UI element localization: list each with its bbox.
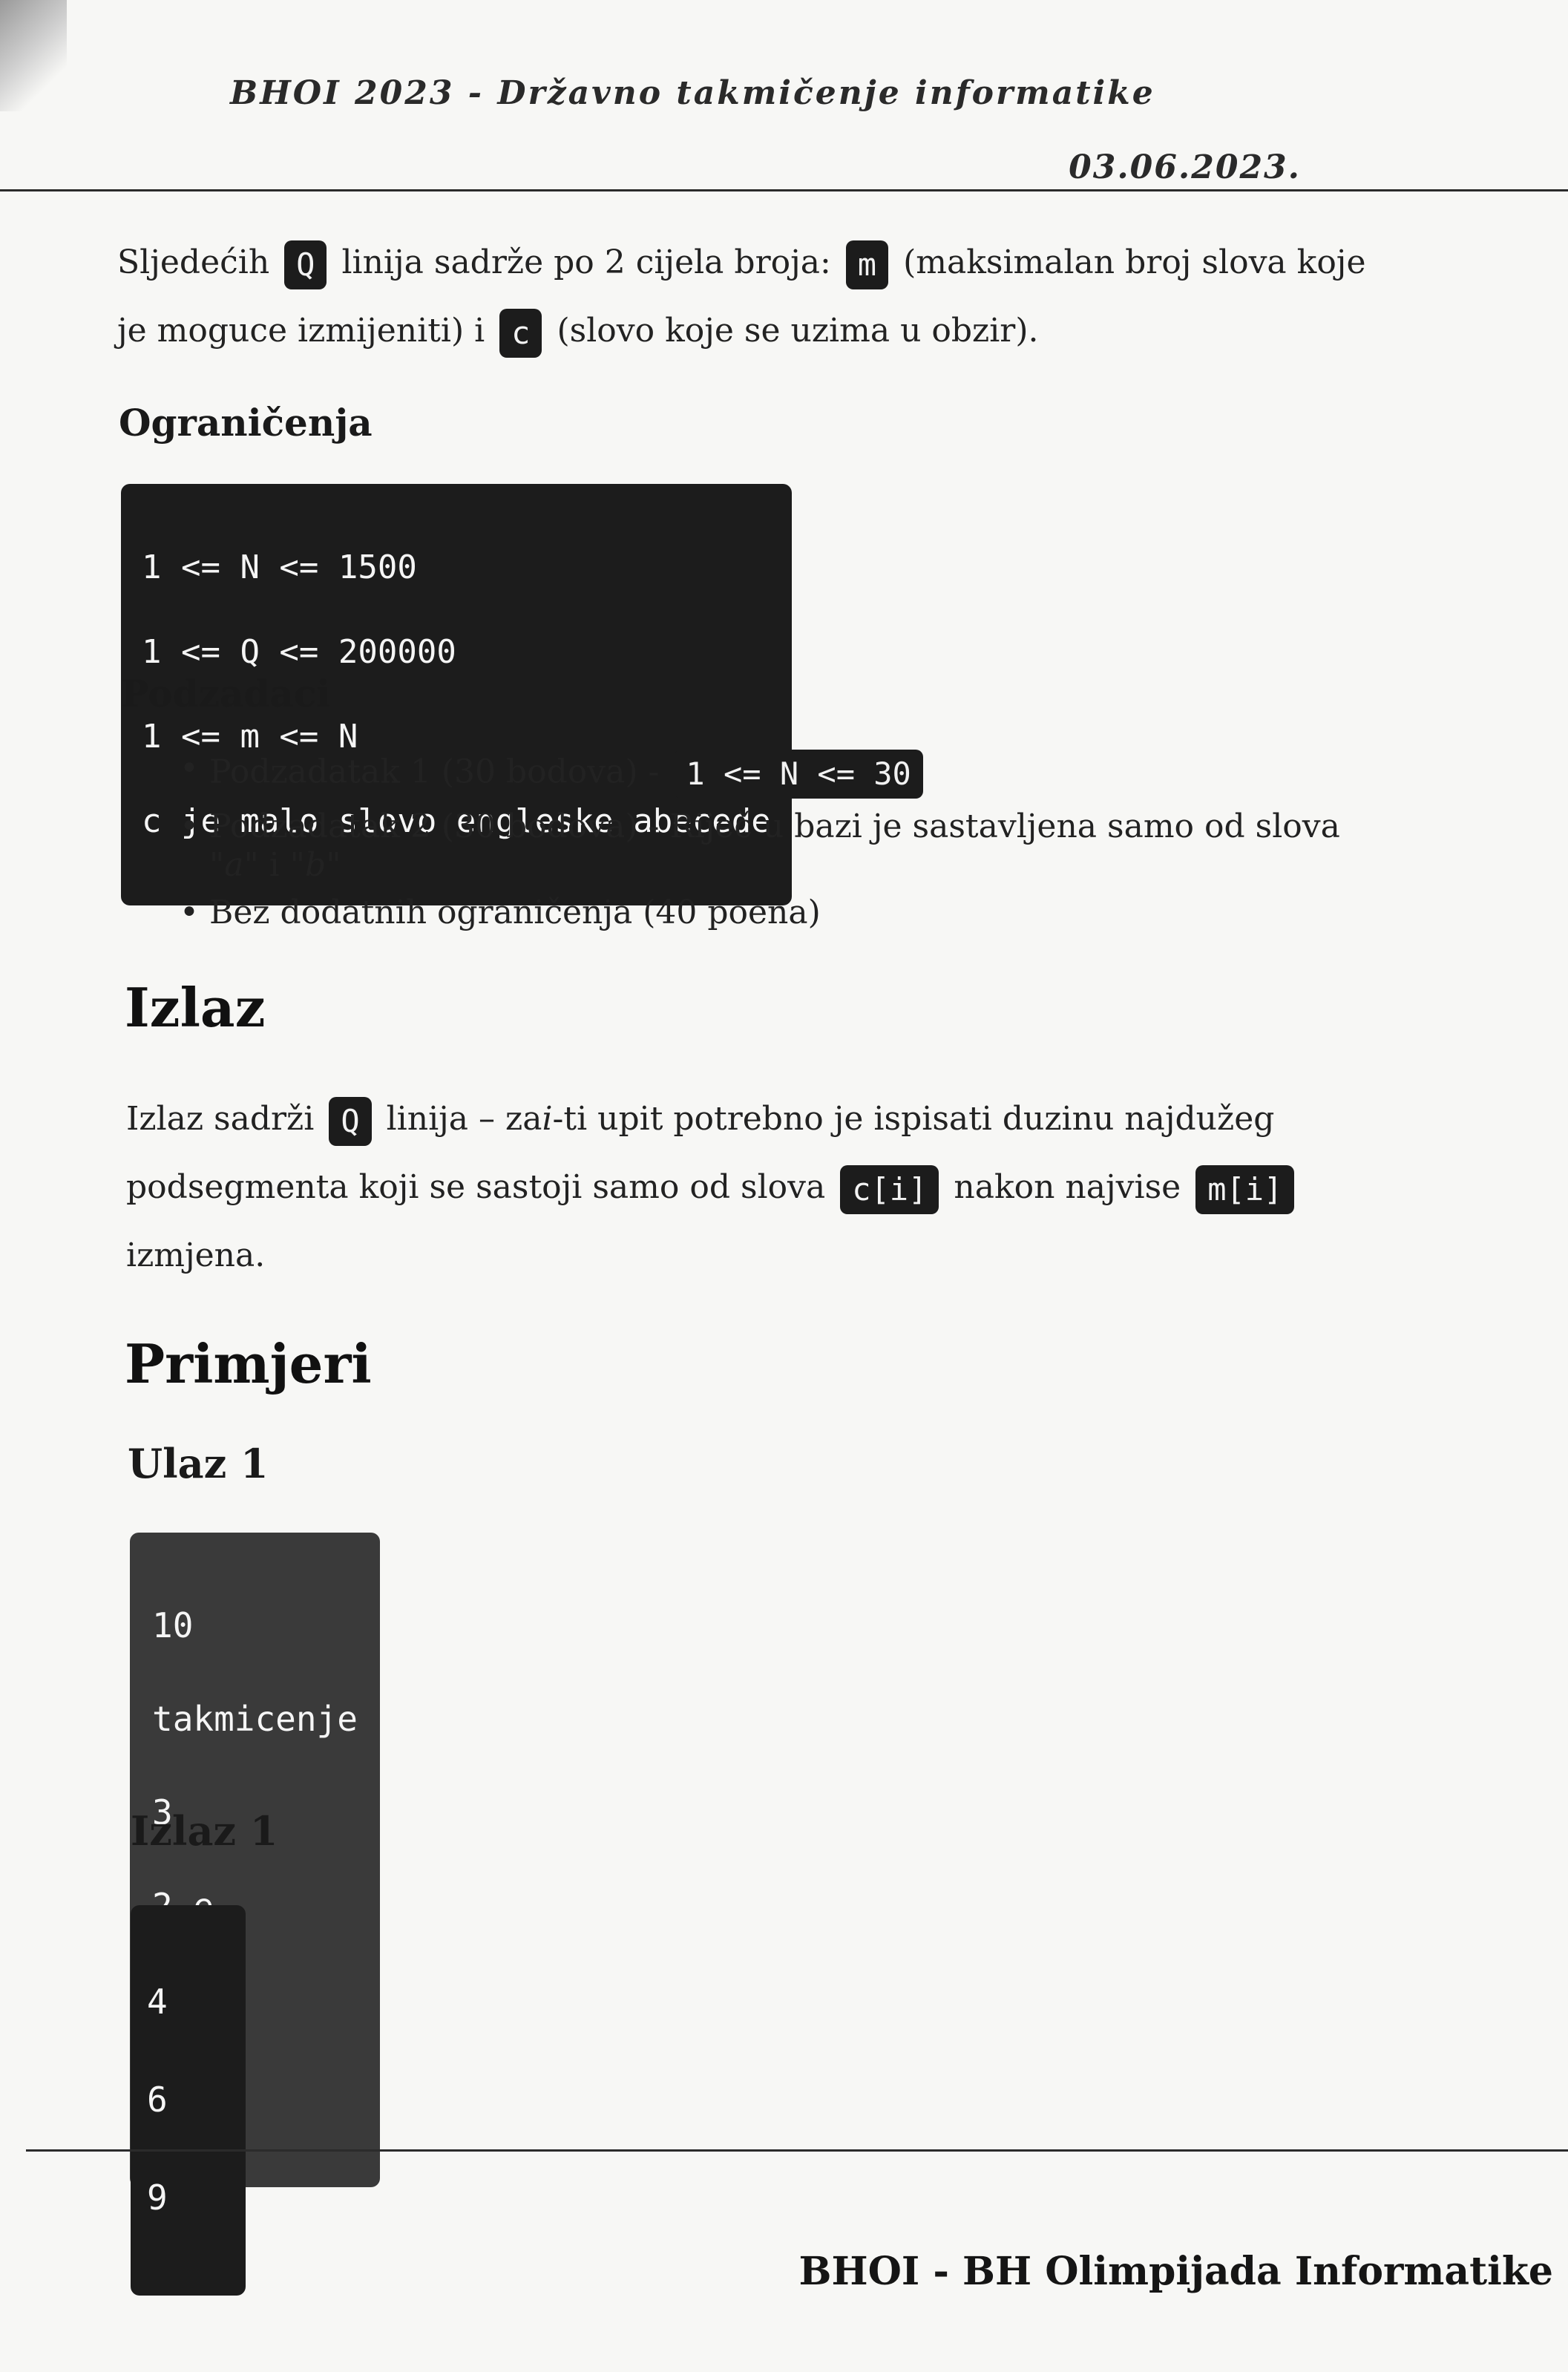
constraint-line: 1 <= m <= N (142, 718, 358, 756)
izlaz-text-1: Izlaz sadrži (126, 1100, 315, 1138)
list-item: Podzadatak 1 (30 bodova) - 1 <= N <= 30 (177, 750, 1453, 799)
subtask-2-text: Podzadatak 2 (30 bodova) - Riječ u bazi … (209, 807, 1340, 845)
example-output-block: 4 6 9 (131, 1905, 246, 2296)
inline-code-ci: c[i] (840, 1164, 939, 1214)
heading-ogranicenja: Ograničenja (119, 401, 373, 445)
header-date: 03.06.2023. (1069, 148, 1301, 186)
inline-code-c: c (499, 308, 542, 358)
subtask-3-text: Bez dodatnih ograničenja (40 poena) (209, 894, 821, 931)
footer-text: BHOI - BH Olimpijada Informatike (798, 2249, 1553, 2294)
list-item: Bez dodatnih ograničenja (40 poena) (177, 894, 1453, 932)
heading-podzadaci: Podzadaci (121, 672, 331, 715)
izlaz-text-2: linija – za (386, 1100, 542, 1138)
inline-code-mi: m[i] (1195, 1164, 1295, 1214)
heading-primjeri: Primjeri (125, 1332, 372, 1395)
list-item: Podzadatak 2 (30 bodova) - Riječ u bazi … (177, 807, 1453, 885)
output-line: 6 (147, 2080, 168, 2120)
heading-ulaz-1: Ulaz 1 (128, 1440, 269, 1487)
footer-rule (26, 2149, 1568, 2152)
intro-text-1: Sljedećih (117, 243, 270, 281)
inline-code-q: Q (284, 240, 327, 289)
output-line: 9 (147, 2178, 168, 2218)
page-corner-shadow (0, 0, 67, 111)
izlaz-text-6: izmjena. (126, 1236, 266, 1274)
letter-b: b (305, 846, 327, 884)
header-title: BHOI 2023 - Državno takmičenje informati… (230, 74, 1155, 112)
intro-paragraph: Sljedećih Q linija sadrže po 2 cijela br… (117, 229, 1438, 365)
subtask-list: Podzadatak 1 (30 bodova) - 1 <= N <= 30 … (177, 750, 1453, 941)
izlaz-text-4: podsegmenta koji se sastoji samo od slov… (126, 1168, 826, 1206)
constraint-line: 1 <= N <= 1500 (142, 548, 417, 586)
subtask-1-text: Podzadatak 1 (30 bodova) - (209, 753, 660, 791)
subtask-1-code: 1 <= N <= 30 (674, 750, 923, 799)
izlaz-paragraph: Izlaz sadrži Q linija – zai-ti upit potr… (126, 1085, 1447, 1290)
inline-code-q: Q (329, 1096, 372, 1146)
input-line: takmicenje (152, 1699, 358, 1739)
letter-a: a (224, 846, 244, 884)
intro-text-2: linija sadrže po 2 cijela broja: (341, 243, 831, 281)
output-line: 4 (147, 1982, 168, 2022)
constraint-line: 1 <= Q <= 200000 (142, 633, 456, 671)
intro-text-3: (maksimalan broj slova koje (903, 243, 1366, 281)
heading-izlaz: Izlaz (125, 976, 266, 1039)
italic-i: i (542, 1100, 553, 1138)
izlaz-text-3: -ti upit potrebno je ispisati duzinu naj… (552, 1100, 1275, 1138)
header-rule (0, 189, 1568, 191)
input-line: 10 (152, 1605, 194, 1645)
document-page: BHOI 2023 - Državno takmičenje informati… (0, 0, 1568, 2372)
heading-izlaz-1: Izlaz 1 (131, 1807, 278, 1855)
intro-text-5: (slovo koje se uzima u obzir). (557, 312, 1039, 350)
intro-text-4: je moguce izmijeniti) i (117, 312, 485, 350)
inline-code-m: m (845, 240, 889, 289)
izlaz-text-5: nakon najvise (954, 1168, 1181, 1206)
